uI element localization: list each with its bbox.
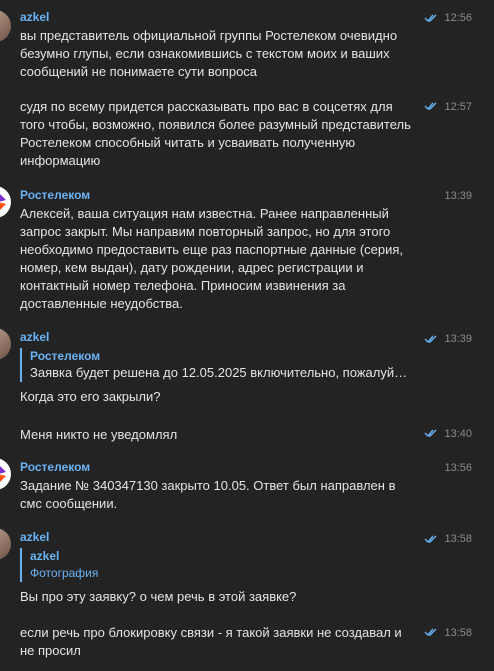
sender-name[interactable]: Ростелеком — [20, 188, 90, 202]
message-item[interactable]: Ростелеком Алексей, ваша ситуация нам из… — [0, 180, 494, 320]
message-text: вы представитель официальной группы Рост… — [20, 28, 398, 79]
reply-quote[interactable]: Ростелеком Заявка будет решена до 12.05.… — [20, 348, 420, 382]
message-text: Когда это его закрыли? — [20, 389, 161, 404]
read-checkmarks-icon — [424, 535, 437, 544]
reply-sender: azkel — [30, 549, 60, 563]
message-text: Задание № 340347130 закрыто 10.05. Ответ… — [20, 478, 396, 511]
read-checkmarks-icon — [424, 102, 437, 111]
sender-name[interactable]: Ростелеком — [20, 460, 90, 474]
message-item[interactable]: azkel вы представитель официальной групп… — [0, 0, 494, 86]
message-time: 13:40 — [444, 428, 472, 440]
sender-name[interactable]: azkel — [20, 330, 49, 344]
message-text: Вы про эту заявку? о чем речь в этой зая… — [20, 589, 297, 604]
message-time: 12:56 — [444, 12, 472, 24]
read-checkmarks-icon — [424, 335, 437, 344]
avatar[interactable] — [0, 186, 11, 218]
rostelecom-logo-icon — [0, 194, 6, 210]
message-item[interactable]: Ростелеком Задание № 340347130 закрыто 1… — [0, 452, 494, 518]
message-item[interactable]: Меня никто не уведомлял 13:40 — [0, 424, 494, 446]
reply-media-label: Фотография — [30, 566, 99, 580]
message-text: если речь про блокировку связи - я такой… — [20, 625, 402, 658]
message-time: 13:39 — [444, 190, 472, 202]
read-checkmarks-icon — [424, 14, 437, 23]
reply-text: Заявка будет решена до 12.05.2025 включи… — [30, 365, 408, 380]
message-text: Алексей, ваша ситуация нам известна. Ран… — [20, 206, 404, 311]
avatar[interactable] — [0, 458, 11, 490]
message-text: Меня никто не уведомлял — [20, 427, 178, 442]
message-item[interactable]: судя по всему придется рассказывать про … — [0, 96, 494, 172]
avatar[interactable] — [0, 10, 11, 42]
rostelecom-logo-icon — [0, 466, 6, 482]
message-item[interactable]: если речь про блокировку связи - я такой… — [0, 622, 494, 662]
avatar[interactable] — [0, 328, 11, 360]
sender-name[interactable]: azkel — [20, 10, 49, 24]
sender-name[interactable]: azkel — [20, 530, 49, 544]
reply-quote[interactable]: azkel Фотография — [20, 548, 420, 582]
message-item[interactable]: azkel Ростелеком Заявка будет решена до … — [0, 322, 494, 414]
read-checkmarks-icon — [424, 628, 437, 637]
message-time: 13:58 — [444, 533, 472, 545]
message-time: 13:58 — [444, 627, 472, 639]
message-time: 13:39 — [444, 333, 472, 345]
message-item[interactable]: azkel azkel Фотография Вы про эту заявку… — [0, 522, 494, 614]
message-text: судя по всему придется рассказывать про … — [20, 99, 411, 168]
message-time: 12:57 — [444, 101, 472, 113]
reply-sender: Ростелеком — [30, 349, 101, 363]
read-checkmarks-icon — [424, 429, 437, 438]
avatar[interactable] — [0, 528, 11, 560]
message-time: 13:56 — [444, 462, 472, 474]
